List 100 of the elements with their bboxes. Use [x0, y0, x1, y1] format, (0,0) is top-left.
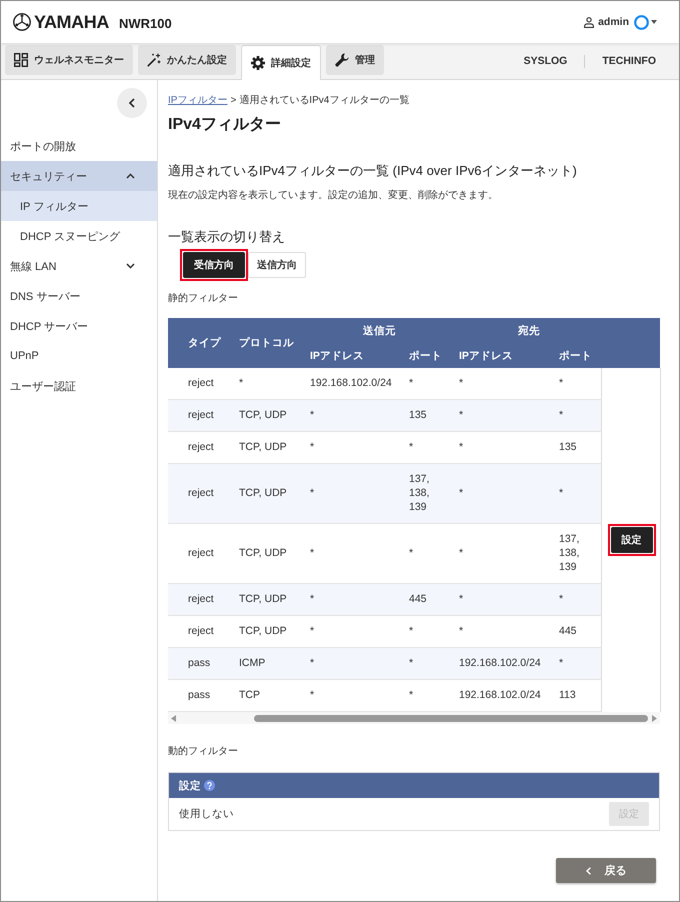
table-cell: * [401, 368, 451, 400]
direction-toggle[interactable]: 受信方向 [183, 252, 245, 278]
table-cell: 192.168.102.0/24 [451, 648, 551, 680]
table-cell: reject [168, 524, 231, 584]
nav-tab[interactable]: 詳細設定 [241, 45, 321, 80]
nav-link[interactable]: SYSLOG [506, 55, 584, 67]
column-header: プロトコル [231, 318, 302, 368]
table-cell: TCP, UDP [231, 464, 302, 524]
table-cell: * [401, 616, 451, 648]
table-cell: TCP, UDP [231, 400, 302, 432]
table-cell: * [451, 616, 551, 648]
column-group-header: 宛先 [451, 318, 601, 344]
table-cell: * [451, 400, 551, 432]
sidebar-subitem[interactable]: IP フィルター [1, 191, 157, 221]
static-filter-label: 静的フィルター [168, 292, 239, 306]
table-cell: 192.168.102.0/24 [302, 368, 401, 400]
table-cell: 445 [551, 616, 601, 648]
table-cell: * [401, 648, 451, 680]
chevron-left-icon [129, 98, 135, 108]
table-cell: TCP, UDP [231, 584, 302, 616]
nav-tab[interactable]: 管理 [326, 45, 384, 75]
model-name: NWR100 [118, 16, 172, 31]
column-header: ポート [401, 344, 451, 368]
breadcrumb-separator: > [230, 94, 236, 108]
table-cell: * [551, 648, 601, 680]
table-cell: TCP [231, 680, 302, 712]
sidebar-item[interactable]: ポートの開放 [1, 131, 157, 161]
breadcrumb-link[interactable]: IPフィルター [168, 94, 228, 108]
table-cell: * [302, 464, 401, 524]
table-cell: pass [168, 648, 231, 680]
table-cell: * [231, 368, 302, 400]
breadcrumb-current: 適用されているIPv4フィルターの一覧 [239, 94, 410, 108]
table-cell: * [451, 368, 551, 400]
sidebar-item[interactable]: セキュリティー [1, 161, 157, 191]
nav-tab[interactable]: ウェルネスモニター [5, 45, 133, 75]
table-cell: ICMP [231, 648, 302, 680]
sidebar-item[interactable]: DHCP サーバー [1, 311, 157, 341]
table-cell: reject [168, 432, 231, 464]
sidebar-item[interactable]: UPnP [1, 341, 157, 371]
table-cell: * [551, 400, 601, 432]
table-cell: * [401, 680, 451, 712]
magic-wand-icon [147, 53, 161, 67]
ring-icon[interactable] [634, 14, 649, 30]
table-cell: 135 [551, 432, 601, 464]
user-name[interactable]: admin [598, 16, 629, 28]
table-cell: 445 [401, 584, 451, 616]
horizontal-scrollbar[interactable] [168, 712, 660, 724]
section-description: 現在の設定内容を表示しています。設定の追加、変更、削除ができます。 [168, 189, 499, 203]
person-icon [584, 16, 594, 28]
table-cell: * [451, 584, 551, 616]
table-cell: * [302, 524, 401, 584]
nav-link[interactable]: TECHINFO [585, 55, 673, 67]
table-cell: reject [168, 616, 231, 648]
view-switch-label: 一覧表示の切り替え [168, 228, 286, 246]
direction-toggle[interactable]: 送信方向 [248, 252, 306, 278]
table-cell: pass [168, 680, 231, 712]
scrollbar-thumb[interactable] [254, 714, 648, 722]
sidebar-item[interactable]: ユーザー認証 [1, 371, 157, 401]
table-cell: * [302, 648, 401, 680]
collapse-button[interactable] [117, 88, 147, 118]
table-cell: * [302, 400, 401, 432]
table-cell: * [551, 464, 601, 524]
table-cell: * [302, 616, 401, 648]
right-arrow-icon[interactable] [652, 714, 657, 722]
column-group-header: 送信元 [302, 318, 451, 344]
column-header: IPアドレス [451, 344, 551, 368]
panel-header-title: 設定 [179, 778, 201, 792]
table-cell: * [551, 368, 601, 400]
caret-icon[interactable] [651, 20, 657, 24]
chevron-left-icon [586, 866, 590, 874]
brand-name: YAMAHA [34, 12, 109, 32]
table-cell: * [551, 584, 601, 616]
table-cell: 137, 138, 139 [401, 464, 451, 524]
column-header: ポート [551, 344, 601, 368]
table-cell: * [401, 432, 451, 464]
sidebar-subitem[interactable]: DHCP スヌーピング [1, 221, 157, 251]
left-arrow-icon[interactable] [171, 714, 176, 722]
sidebar-item[interactable]: 無線 LAN [1, 251, 157, 281]
settings-button[interactable]: 設定 [610, 526, 652, 552]
table-cell: 135 [401, 400, 451, 432]
table-cell: * [302, 680, 401, 712]
nav-tab[interactable]: かんたん設定 [138, 45, 236, 75]
table-cell: 192.168.102.0/24 [451, 680, 551, 712]
back-button[interactable]: 戻る [556, 858, 656, 883]
column-header: タイプ [168, 318, 231, 368]
table-cell: * [401, 524, 451, 584]
table-cell: reject [168, 584, 231, 616]
dynamic-filter-label: 動的フィルター [168, 745, 239, 759]
table-cell: TCP, UDP [231, 524, 302, 584]
emblem-icon [13, 13, 31, 31]
table-cell: * [451, 524, 551, 584]
table-cell: reject [168, 464, 231, 524]
table-cell: reject [168, 400, 231, 432]
setting-value: 使用しない [179, 807, 234, 821]
column-header: IPアドレス [302, 344, 401, 368]
table-cell: 137, 138, 139 [551, 524, 601, 584]
sidebar-item[interactable]: DNS サーバー [1, 281, 157, 311]
help-icon[interactable] [204, 780, 215, 791]
dashboard-icon [14, 53, 28, 67]
page-title: IPv4フィルター [168, 115, 282, 135]
